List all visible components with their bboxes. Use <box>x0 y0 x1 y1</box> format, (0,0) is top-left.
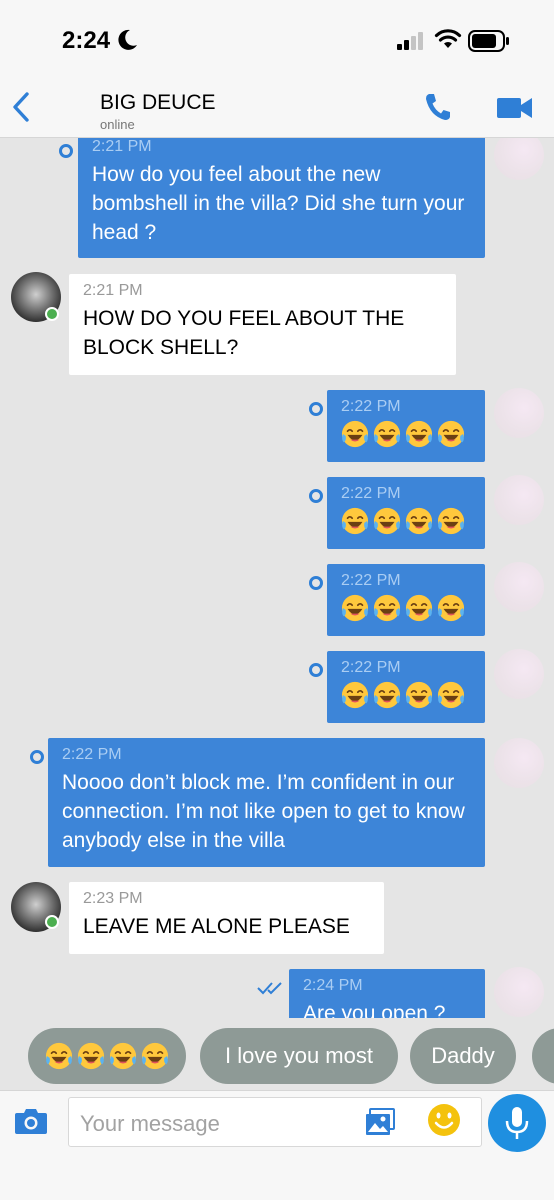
contact-name[interactable]: BIG DEUCE <box>100 91 216 115</box>
laughing-emoji-icon <box>341 681 369 709</box>
message-bubble-outgoing[interactable]: 2:22 PM <box>327 477 485 549</box>
moon-icon <box>118 29 137 50</box>
my-avatar <box>494 738 544 788</box>
chat-header: BIG DEUCE online <box>0 80 554 138</box>
message-text: Noooo don’t block me. I’m confident in o… <box>62 771 465 852</box>
video-camera-icon[interactable] <box>497 96 533 120</box>
laughing-emoji-icon <box>437 681 465 709</box>
emoji-row <box>341 420 471 448</box>
quick-reply-i-love-you-most[interactable]: I love you most <box>200 1028 398 1084</box>
laughing-emoji-icon <box>373 594 401 622</box>
online-indicator-icon <box>45 307 59 321</box>
message-input[interactable]: Your message <box>68 1097 482 1147</box>
laughing-emoji-icon <box>141 1042 169 1070</box>
sent-status-icon <box>309 576 323 590</box>
cellular-signal-icon <box>397 32 423 50</box>
laughing-emoji-icon <box>45 1042 73 1070</box>
message-text: LEAVE ME ALONE PLEASE <box>83 915 350 938</box>
laughing-emoji-icon <box>77 1042 105 1070</box>
quick-reply-more[interactable] <box>532 1028 554 1084</box>
my-avatar <box>494 967 544 1017</box>
sent-status-icon <box>59 144 73 158</box>
message-input-placeholder: Your message <box>80 1111 220 1136</box>
battery-icon <box>468 30 509 52</box>
my-avatar <box>494 138 544 180</box>
my-avatar <box>494 475 544 525</box>
message-list[interactable]: 2:21 PM How do you feel about the new bo… <box>0 138 554 1018</box>
laughing-emoji-icon <box>405 420 433 448</box>
camera-icon[interactable] <box>14 1107 48 1135</box>
emoji-row <box>341 594 471 622</box>
status-time: 2:24 <box>62 27 111 54</box>
message-time: 2:22 PM <box>341 659 401 676</box>
sent-status-icon <box>309 663 323 677</box>
laughing-emoji-icon <box>437 594 465 622</box>
sent-status-icon <box>30 750 44 764</box>
laughing-emoji-icon <box>373 507 401 535</box>
message-time: 2:22 PM <box>62 746 122 763</box>
composer-bar: Your message <box>0 1090 554 1200</box>
my-avatar <box>494 649 544 699</box>
message-text: Are you open ? <box>303 1002 446 1018</box>
message-bubble-incoming[interactable]: 2:23 PM LEAVE ME ALONE PLEASE <box>69 882 384 954</box>
message-bubble-incoming[interactable]: 2:21 PM HOW DO YOU FEEL ABOUT THE BLOCK … <box>69 274 456 375</box>
message-time: 2:22 PM <box>341 572 401 589</box>
gallery-icon[interactable] <box>365 1108 395 1136</box>
message-time: 2:22 PM <box>341 398 401 415</box>
back-chevron-icon[interactable] <box>10 92 32 122</box>
message-time: 2:22 PM <box>341 485 401 502</box>
emoji-row <box>341 681 471 709</box>
emoji-row <box>341 507 471 535</box>
laughing-emoji-icon <box>341 594 369 622</box>
message-bubble-outgoing[interactable]: 2:21 PM How do you feel about the new bo… <box>78 138 485 258</box>
message-text: HOW DO YOU FEEL ABOUT THE BLOCK SHELL? <box>83 307 405 359</box>
microphone-icon <box>505 1107 529 1139</box>
message-time: 2:23 PM <box>83 890 143 907</box>
laughing-emoji-icon <box>373 420 401 448</box>
quick-reply-daddy[interactable]: Daddy <box>410 1028 516 1084</box>
quick-reply-emoji[interactable] <box>28 1028 186 1084</box>
laughing-emoji-icon <box>341 507 369 535</box>
sent-status-icon <box>309 402 323 416</box>
laughing-emoji-icon <box>437 420 465 448</box>
message-time: 2:24 PM <box>303 977 363 994</box>
laughing-emoji-icon <box>109 1042 137 1070</box>
wifi-icon <box>434 29 462 48</box>
quick-reply-bar: I love you most Daddy <box>0 1018 554 1096</box>
contact-status: online <box>100 117 135 132</box>
message-bubble-outgoing[interactable]: 2:24 PM Are you open ? <box>289 969 485 1018</box>
message-time: 2:21 PM <box>83 282 143 299</box>
laughing-emoji-icon <box>405 681 433 709</box>
message-bubble-outgoing[interactable]: 2:22 PM <box>327 390 485 462</box>
emoji-icon[interactable] <box>427 1103 461 1137</box>
my-avatar <box>494 388 544 438</box>
laughing-emoji-icon <box>437 507 465 535</box>
laughing-emoji-icon <box>373 681 401 709</box>
sent-status-icon <box>309 489 323 503</box>
phone-icon[interactable] <box>424 92 452 122</box>
message-text: How do you feel about the new bombshell … <box>92 163 465 244</box>
laughing-emoji-icon <box>405 507 433 535</box>
laughing-emoji-icon <box>405 594 433 622</box>
message-bubble-outgoing[interactable]: 2:22 PM Noooo don’t block me. I’m confid… <box>48 738 485 867</box>
my-avatar <box>494 562 544 612</box>
message-bubble-outgoing[interactable]: 2:22 PM <box>327 651 485 723</box>
message-bubble-outgoing[interactable]: 2:22 PM <box>327 564 485 636</box>
read-receipt-icon <box>257 982 282 995</box>
status-bar: 2:24 <box>0 0 554 80</box>
message-time: 2:21 PM <box>92 138 152 155</box>
online-indicator-icon <box>45 915 59 929</box>
laughing-emoji-icon <box>341 420 369 448</box>
record-voice-button[interactable] <box>488 1094 546 1152</box>
